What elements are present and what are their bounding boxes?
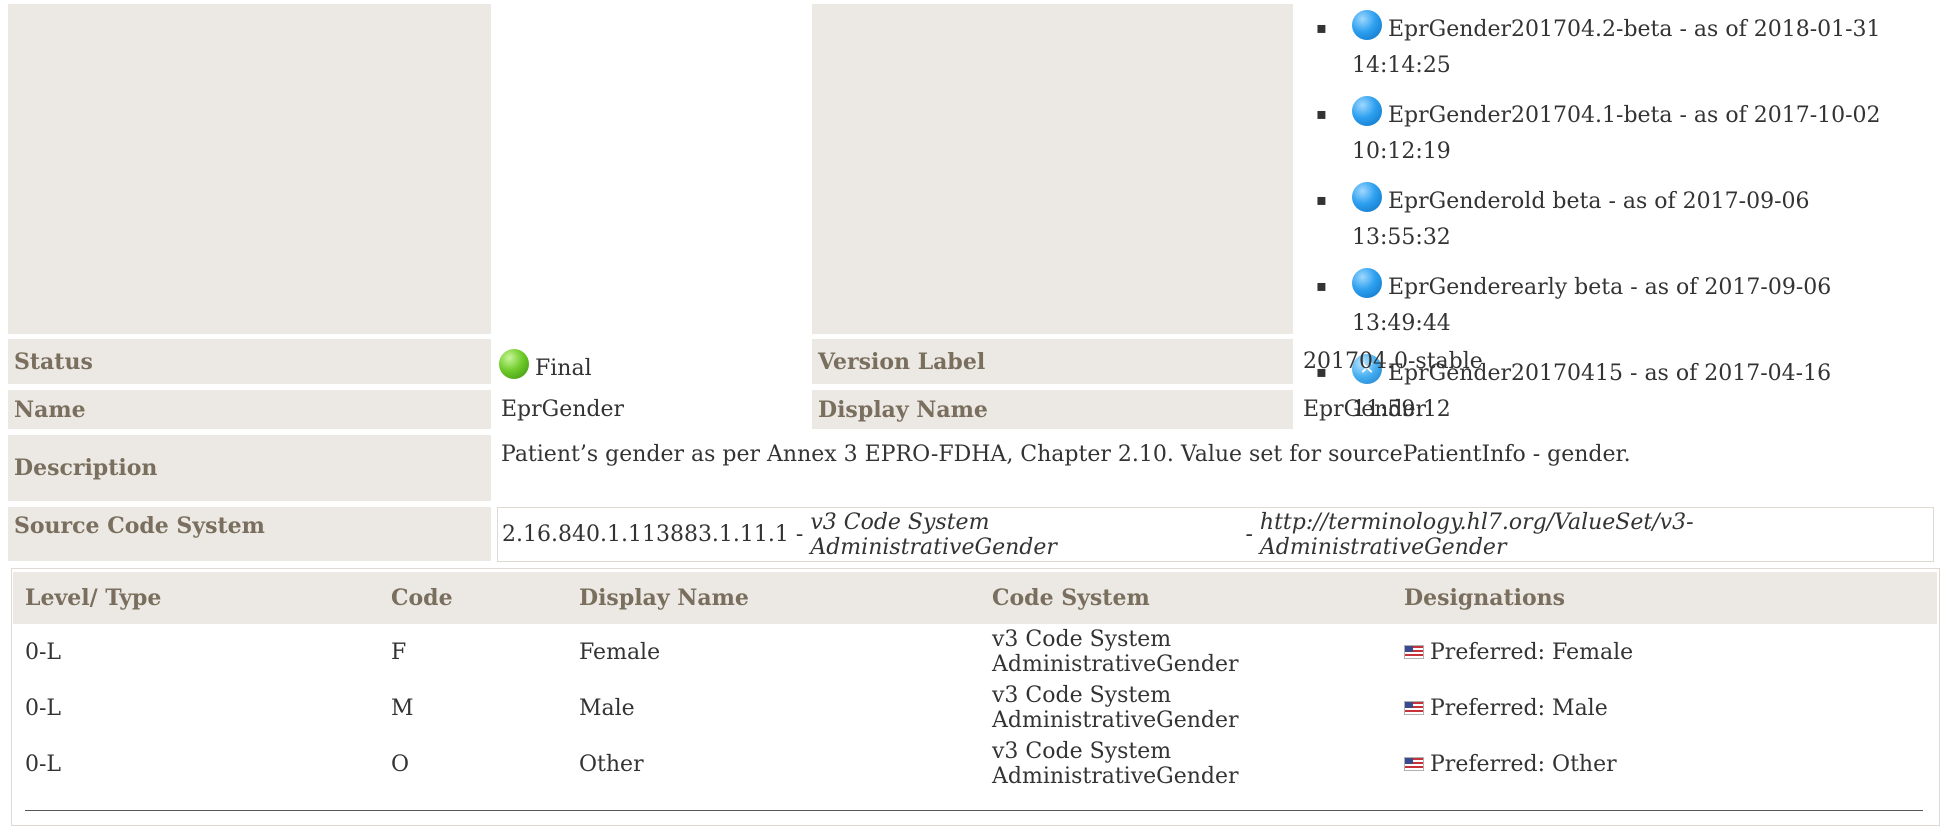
cell-code-system: v3 Code System AdministrativeGender	[992, 627, 1239, 677]
display-name-label: Display Name	[812, 390, 1293, 429]
cell-display: Female	[579, 639, 661, 665]
col-code-system: Code System	[980, 572, 1392, 624]
version-label-label: Version Label	[812, 339, 1293, 384]
designation-text: Preferred: Female	[1430, 639, 1634, 665]
history-item[interactable]: EprGender201704.2-beta - as of 2018-01-3…	[1312, 10, 1912, 84]
cell-level: 0-L	[25, 639, 62, 665]
col-code: Code	[379, 572, 567, 624]
designation-text: Preferred: Other	[1430, 751, 1617, 777]
cell-designation: Preferred: Female	[1392, 624, 1937, 680]
source-code-system-label: Source Code System	[8, 507, 491, 561]
source-oid: 2.16.840.1.113883.1.11.1	[502, 522, 789, 547]
us-flag-icon	[1404, 644, 1424, 659]
history-item[interactable]: EprGender201704.1-beta - as of 2017-10-0…	[1312, 96, 1912, 170]
cell-level: 0-L	[25, 751, 62, 777]
col-display-name: Display Name	[567, 572, 980, 624]
cell-level: 0-L	[25, 695, 62, 721]
source-separator: -	[1238, 522, 1260, 547]
history-item[interactable]: EprGenderold beta - as of 2017-09-06 13:…	[1312, 182, 1912, 256]
final-status-icon	[499, 349, 529, 379]
history-item-text: EprGender201704.2-beta - as of 2018-01-3…	[1352, 17, 1881, 78]
draft-status-icon	[1352, 96, 1382, 126]
cell-code-system: v3 Code System AdministrativeGender	[992, 739, 1239, 789]
cell-code-system: v3 Code System AdministrativeGender	[992, 683, 1239, 733]
cell-code: O	[391, 751, 410, 777]
name-label: Name	[8, 390, 491, 429]
draft-status-icon	[1352, 268, 1382, 298]
table-row: 0-L O Other v3 Code System Administrativ…	[13, 736, 1937, 792]
top-middle-panel	[812, 4, 1293, 334]
us-flag-icon	[1404, 700, 1424, 715]
col-level-type: Level/ Type	[13, 572, 379, 624]
status-text: Final	[535, 355, 592, 381]
draft-status-icon	[1352, 10, 1382, 40]
name-value: EprGender	[501, 397, 625, 422]
history-item[interactable]: EprGenderearly beta - as of 2017-09-06 1…	[1312, 268, 1912, 342]
table-header-row: Level/ Type Code Display Name Code Syste…	[13, 572, 1937, 624]
status-label: Status	[8, 339, 491, 384]
history-item-text: EprGenderearly beta - as of 2017-09-06 1…	[1352, 275, 1832, 336]
table-row: 0-L F Female v3 Code System Administrati…	[13, 624, 1937, 680]
status-value: Final	[491, 339, 812, 389]
source-url[interactable]: http://terminology.hl7.org/ValueSet/v3-A…	[1260, 510, 1933, 560]
cell-designation: Preferred: Other	[1392, 736, 1937, 792]
draft-status-icon	[1352, 182, 1382, 212]
cell-display: Male	[579, 695, 635, 721]
col-designations: Designations	[1392, 572, 1937, 624]
display-name-value: EprGender	[1303, 397, 1427, 422]
description-label: Description	[8, 435, 491, 501]
top-left-panel	[8, 4, 491, 334]
history-item-text: EprGender201704.1-beta - as of 2017-10-0…	[1352, 103, 1881, 164]
cell-designation: Preferred: Male	[1392, 680, 1937, 736]
concept-table: Level/ Type Code Display Name Code Syste…	[13, 572, 1937, 792]
version-label-value: 201704.0-stable	[1303, 349, 1483, 374]
history-item-text: EprGenderold beta - as of 2017-09-06 13:…	[1352, 189, 1810, 250]
source-code-system-value: 2.16.840.1.113883.1.11.1 - v3 Code Syste…	[497, 507, 1934, 562]
table-divider	[25, 810, 1923, 811]
cell-code: F	[391, 639, 407, 665]
cell-code: M	[391, 695, 414, 721]
source-name: v3 Code System AdministrativeGender	[810, 509, 1057, 560]
table-row: 0-L M Male v3 Code System Administrative…	[13, 680, 1937, 736]
cell-display: Other	[579, 751, 644, 777]
description-value: Patient’s gender as per Annex 3 EPRO-FDH…	[501, 442, 1631, 467]
us-flag-icon	[1404, 756, 1424, 771]
source-separator: -	[788, 522, 811, 547]
designation-text: Preferred: Male	[1430, 695, 1608, 721]
